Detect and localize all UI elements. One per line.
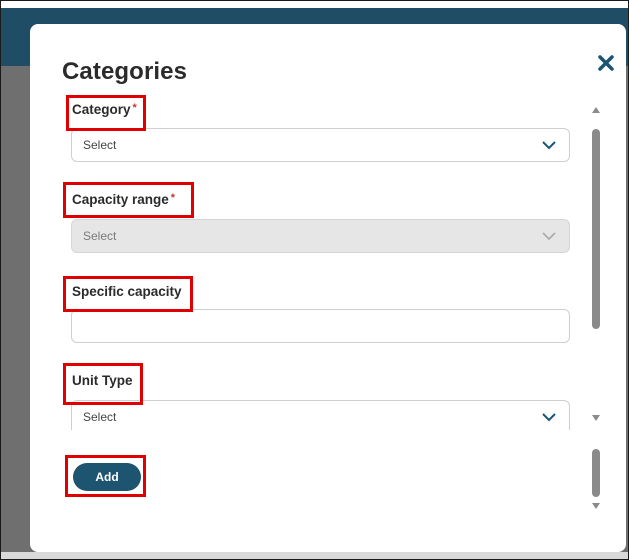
chevron-down-icon (542, 141, 556, 150)
category-label: Category * (72, 102, 137, 117)
capacity-range-label: Capacity range * (72, 192, 175, 207)
page-top-strip (0, 0, 629, 8)
chevron-down-icon (542, 232, 556, 241)
background-footer-strip (0, 552, 629, 560)
unit-type-label-text: Unit Type (72, 373, 133, 388)
category-select-value: Select (83, 138, 117, 152)
category-label-text: Category (72, 102, 131, 117)
scroll-down-arrow-icon[interactable] (592, 415, 600, 421)
categories-modal: Categories Category * Select Capacity ran… (30, 24, 626, 552)
capacity-range-select: Select (71, 219, 570, 253)
modal-scroll-down-arrow-icon[interactable] (592, 503, 600, 509)
modal-scrollbar-thumb[interactable] (592, 449, 600, 497)
close-icon[interactable] (597, 54, 615, 72)
add-button[interactable]: Add (73, 463, 141, 491)
capacity-range-required-mark: * (170, 192, 176, 204)
chevron-down-icon (542, 413, 556, 422)
category-select[interactable]: Select (71, 128, 570, 162)
specific-capacity-input[interactable] (71, 309, 570, 343)
modal-title: Categories (62, 58, 188, 85)
capacity-range-select-value: Select (83, 229, 117, 243)
unit-type-select-value: Select (83, 410, 117, 424)
category-required-mark: * (132, 102, 137, 114)
unit-type-label: Unit Type (72, 373, 133, 388)
unit-type-select[interactable]: Select (71, 400, 570, 430)
specific-capacity-label: Specific capacity (72, 284, 182, 299)
scroll-up-arrow-icon[interactable] (592, 107, 600, 113)
capacity-range-label-text: Capacity range (72, 192, 169, 207)
scrollbar-thumb[interactable] (592, 129, 600, 329)
specific-capacity-label-text: Specific capacity (72, 284, 182, 299)
